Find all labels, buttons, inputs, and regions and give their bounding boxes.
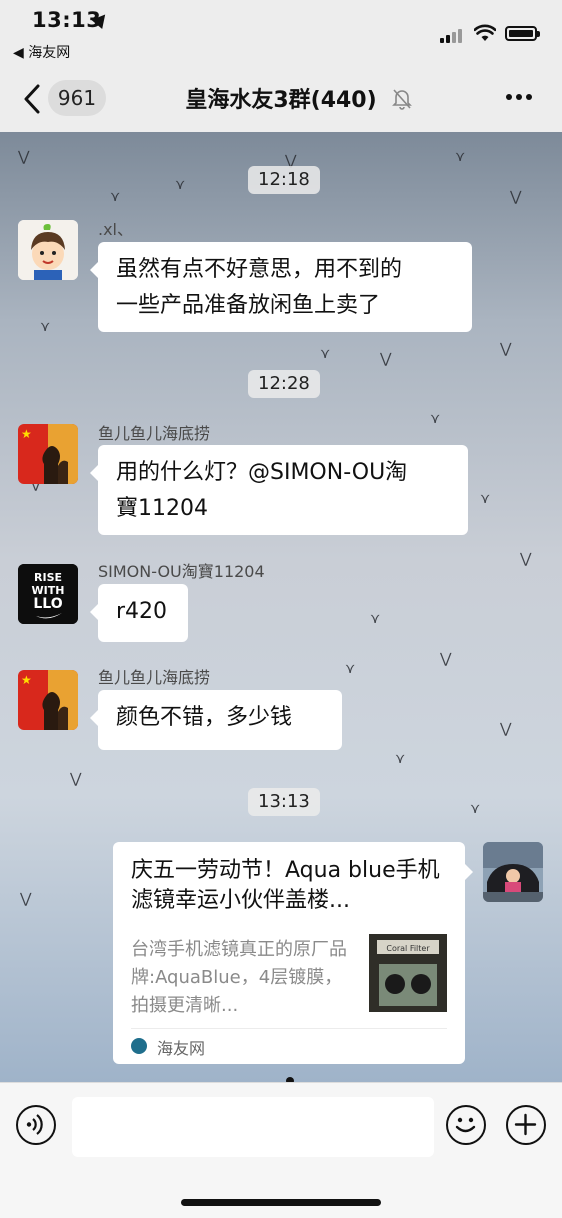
bird-decor-icon: ⋁ bbox=[510, 189, 522, 205]
bird-decor-icon: ⋎ bbox=[175, 177, 186, 193]
svg-text:★: ★ bbox=[21, 427, 32, 441]
bird-decor-icon: ⋁ bbox=[380, 351, 392, 367]
avatar-yuer[interactable]: ★ bbox=[18, 424, 78, 484]
filter-product-image-icon: Coral Filter bbox=[369, 934, 447, 1012]
message-text-line: 一些产品准备放闲鱼上卖了 bbox=[116, 293, 381, 318]
bird-decor-icon: ⋁ bbox=[520, 551, 532, 567]
bird-decor-icon: ⋁ bbox=[20, 891, 32, 907]
message-text-line: 用的什么灯？@SIMON-OU淘 bbox=[116, 460, 408, 485]
message-input[interactable] bbox=[72, 1097, 434, 1157]
cartoon-boy-avatar-icon bbox=[18, 220, 78, 280]
message-text-line: 虽然有点不好意思，用不到的 bbox=[116, 257, 403, 282]
card-title: 庆五一劳动节！Aqua blue手机滤镜幸运小伙伴盖楼... bbox=[131, 858, 440, 913]
svg-text:LLO: LLO bbox=[33, 596, 62, 612]
sender-name: 鱼儿鱼儿海底捞 bbox=[98, 424, 211, 443]
svg-text:★: ★ bbox=[21, 673, 32, 687]
bird-decor-icon: ⋎ bbox=[480, 491, 491, 507]
plus-icon bbox=[514, 1113, 537, 1136]
bird-decor-icon: ⋎ bbox=[110, 189, 121, 205]
bird-decor-icon: ⋁ bbox=[70, 771, 82, 787]
sender-name: SIMON-OU淘寶11204 bbox=[98, 562, 265, 581]
battery-icon bbox=[505, 26, 540, 41]
message-timestamp: 12:28 bbox=[248, 370, 320, 398]
wifi-icon bbox=[474, 24, 496, 41]
photo-avatar-icon bbox=[483, 842, 543, 902]
cellular-signal-icon bbox=[440, 27, 466, 43]
message-bubble[interactable]: 虽然有点不好意思，用不到的 一些产品准备放闲鱼上卖了 bbox=[90, 242, 472, 332]
voice-wave-icon bbox=[26, 1114, 43, 1135]
card-source: 海友网 bbox=[157, 1039, 206, 1058]
card-description: 台湾手机滤镜真正的原厂品牌:AquaBlue，4层镀膜，拍摄更清晰... bbox=[131, 939, 347, 1016]
smiley-face-icon bbox=[455, 1117, 476, 1133]
bird-decor-icon: ⋎ bbox=[430, 411, 441, 427]
source-logo-icon bbox=[131, 1038, 147, 1054]
message-bubble[interactable]: 颜色不错，多少钱 bbox=[90, 690, 342, 750]
message-text-line: 颜色不错，多少钱 bbox=[116, 705, 293, 730]
avatar-self[interactable] bbox=[483, 842, 543, 902]
bird-decor-icon: ⋎ bbox=[395, 751, 406, 767]
message-text-line: r420 bbox=[116, 599, 168, 624]
message-text-line: 寶11204 bbox=[116, 496, 208, 521]
sender-name: 鱼儿鱼儿海底捞 bbox=[98, 668, 211, 687]
flag-silhouette-avatar-icon: ★ bbox=[18, 670, 78, 730]
chat-title: 皇海水友3群(440) bbox=[185, 88, 377, 113]
bird-decor-icon: ⋎ bbox=[40, 319, 51, 335]
chat-header: 961 皇海水友3群(440) bbox=[0, 66, 562, 132]
message-timestamp: 13:13 bbox=[248, 788, 320, 816]
chat-area[interactable]: ⋁ ⋎ ⋎ ⋁ ⋎ ⋁ ⋎ ⋁ ⋎ ⋁ ⋎ ⋁ ⋎ ⋁ ⋎ ⋁ ⋎ ⋁ ⋎ ⋁ … bbox=[0, 132, 562, 1082]
input-bar bbox=[0, 1082, 562, 1218]
bird-decor-icon: ⋁ bbox=[500, 341, 512, 357]
voice-input-button[interactable] bbox=[16, 1105, 56, 1145]
bird-decor-icon: ⋁ bbox=[440, 651, 452, 667]
avatar-simon[interactable]: RISE WITH LLO bbox=[18, 564, 78, 624]
status-bar: 13:13 ◀ 海友网 bbox=[0, 0, 562, 66]
more-actions-button[interactable] bbox=[506, 1105, 546, 1145]
bird-decor-icon: ⋎ bbox=[345, 661, 356, 677]
card-divider bbox=[131, 1028, 447, 1029]
emoji-button[interactable] bbox=[446, 1105, 486, 1145]
rise-with-llo-avatar-icon: RISE WITH LLO bbox=[18, 564, 78, 624]
mute-bell-icon bbox=[392, 89, 412, 110]
card-thumbnail: Coral Filter bbox=[369, 934, 447, 1012]
bird-decor-icon: ⋎ bbox=[455, 149, 466, 165]
bird-decor-icon: ⋁ bbox=[500, 721, 512, 737]
back-to-app-link[interactable]: ◀ 海友网 bbox=[13, 42, 70, 62]
more-options-icon[interactable] bbox=[504, 92, 534, 102]
flag-silhouette-avatar-icon: ★ bbox=[18, 424, 78, 484]
message-bubble[interactable]: r420 bbox=[90, 584, 188, 642]
bird-decor-icon: ⋎ bbox=[320, 346, 331, 362]
card-thumb-caption: Coral Filter bbox=[386, 944, 430, 953]
bird-decor-icon: ⋎ bbox=[470, 801, 481, 817]
message-timestamp: 12:18 bbox=[248, 166, 320, 194]
avatar-yuer[interactable]: ★ bbox=[18, 670, 78, 730]
bird-decor-icon: ⋎ bbox=[370, 611, 381, 627]
home-indicator[interactable] bbox=[181, 1199, 381, 1206]
avatar-xl[interactable] bbox=[18, 220, 78, 280]
svg-text:RISE: RISE bbox=[34, 571, 62, 584]
shared-link-card[interactable]: 庆五一劳动节！Aqua blue手机滤镜幸运小伙伴盖楼... 台湾手机滤镜真正的… bbox=[113, 842, 473, 1064]
message-bubble[interactable]: 用的什么灯？@SIMON-OU淘 寶11204 bbox=[90, 445, 468, 535]
sender-name: .xl、 bbox=[98, 220, 134, 239]
bird-decor-icon: ⋁ bbox=[18, 149, 30, 165]
